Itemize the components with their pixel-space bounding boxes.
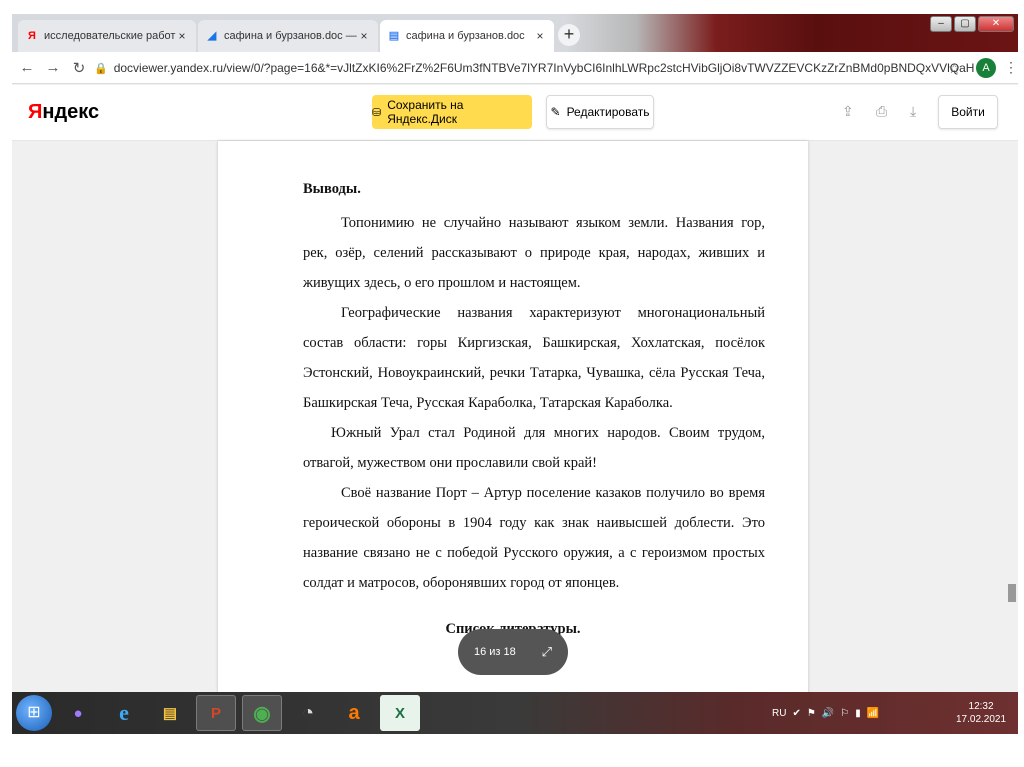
- save-to-disk-button[interactable]: ⛁ Сохранить на Яндекс.Диск: [372, 95, 532, 129]
- lock-icon: 🔒: [94, 62, 108, 75]
- tab-close-icon[interactable]: ×: [176, 29, 188, 43]
- signal-icon[interactable]: 📶: [867, 708, 879, 719]
- close-window-button[interactable]: ✕: [978, 16, 1014, 32]
- start-button[interactable]: ⊞: [16, 695, 52, 731]
- browser-toolbar: ← → ↻ 🔒 docviewer.yandex.ru/view/0/?page…: [12, 52, 1018, 84]
- clock-time: 12:32: [968, 701, 994, 712]
- system-tray: RU ✔ ⚑ 🔊 ⚐ ▮ 📶: [772, 692, 879, 734]
- avast-icon[interactable]: a: [334, 695, 374, 731]
- battery-icon[interactable]: ▮: [855, 708, 861, 719]
- volume-icon[interactable]: 🔊: [822, 708, 834, 719]
- new-tab-button[interactable]: +: [558, 24, 580, 46]
- document-text: Выводы. Топонимию не случайно называют я…: [303, 181, 765, 598]
- minimize-button[interactable]: –: [930, 16, 952, 32]
- back-arrow-icon[interactable]: ←: [16, 59, 38, 76]
- download-icon[interactable]: ⤓: [910, 103, 916, 120]
- yandex-favicon-icon: Я: [28, 30, 36, 42]
- language-indicator[interactable]: RU: [772, 708, 786, 719]
- browser-window: Я исследовательские работы шко × ◢ сафин…: [12, 14, 1018, 734]
- paragraph: Географические названия характеризуют мн…: [303, 305, 765, 411]
- save-to-disk-label: Сохранить на Яндекс.Диск: [387, 98, 464, 126]
- tab-title: исследовательские работы шко: [44, 30, 176, 42]
- tab-title: сафина и бурзанов.doc — Янде: [224, 30, 358, 42]
- url-text: docviewer.yandex.ru/view/0/?page=16&*=vJ…: [113, 61, 974, 75]
- page-indicator[interactable]: 16 из 18 ⤢: [458, 629, 568, 675]
- tab-docviewer-active[interactable]: ▤ сафина и бурзанов.doc ×: [380, 20, 554, 52]
- document-viewer[interactable]: Выводы. Топонимию не случайно называют я…: [12, 141, 1018, 701]
- tab-strip: Я исследовательские работы шко × ◢ сафин…: [12, 14, 1018, 52]
- yandex-logo[interactable]: Яндекс: [28, 101, 99, 124]
- edit-label: Редактировать: [566, 105, 650, 119]
- document-favicon-icon: ▤: [388, 30, 400, 42]
- edit-button[interactable]: ✎ Редактировать: [546, 95, 654, 129]
- paragraph: Южный Урал стал Родиной для многих народ…: [303, 425, 765, 471]
- yandex-header: Яндекс ⛁ Сохранить на Яндекс.Диск ✎ Реда…: [12, 85, 1018, 141]
- page-counter: 16 из 18: [474, 646, 516, 658]
- print-icon[interactable]: ⎙: [876, 103, 887, 120]
- fullscreen-expand-icon[interactable]: ⤢: [542, 644, 552, 660]
- speedometer-icon[interactable]: ◔: [288, 695, 328, 731]
- window-controls: – ▢ ✕: [930, 16, 1014, 32]
- document-page: Выводы. Топонимию не случайно называют я…: [218, 141, 808, 701]
- vertical-scrollbar[interactable]: [1006, 141, 1018, 692]
- scrollbar-thumb[interactable]: [1008, 584, 1016, 602]
- alice-assistant-icon[interactable]: ●: [58, 695, 98, 731]
- clock-date: 17.02.2021: [956, 714, 1007, 725]
- address-bar[interactable]: 🔒 docviewer.yandex.ru/view/0/?page=16&*=…: [94, 56, 974, 80]
- tab-close-icon[interactable]: ×: [358, 29, 370, 43]
- excel-icon[interactable]: X: [380, 695, 420, 731]
- chrome-icon[interactable]: ◉: [242, 695, 282, 731]
- tab-research-works[interactable]: Я исследовательские работы шко ×: [18, 20, 196, 52]
- reload-icon[interactable]: ↻: [68, 59, 90, 77]
- tab-title: сафина и бурзанов.doc: [406, 30, 525, 42]
- forward-arrow-icon[interactable]: →: [42, 59, 64, 76]
- flag-icon[interactable]: ⚐: [840, 708, 849, 719]
- file-explorer-icon[interactable]: ▤: [150, 695, 190, 731]
- paragraph: Своё название Порт – Артур поселение каз…: [303, 485, 765, 591]
- tab-yandex-disk-doc[interactable]: ◢ сафина и бурзанов.doc — Янде ×: [198, 20, 378, 52]
- powerpoint-icon[interactable]: P: [196, 695, 236, 731]
- maximize-button[interactable]: ▢: [954, 16, 976, 32]
- checkmark-icon[interactable]: ✔: [792, 708, 800, 719]
- paragraph: Топонимию не случайно называют языком зе…: [303, 215, 765, 291]
- conclusions-heading: Выводы.: [303, 181, 361, 197]
- pencil-icon: ✎: [550, 105, 561, 119]
- system-clock[interactable]: 12:32 17.02.2021: [956, 700, 1006, 726]
- login-button[interactable]: Войти: [938, 95, 998, 129]
- share-icon[interactable]: ⇪: [842, 103, 854, 120]
- yandex-disk-favicon-icon: ◢: [207, 30, 217, 42]
- network-icon[interactable]: ⚑: [807, 708, 816, 719]
- windows-taskbar: ⊞ ● e ▤ P ◉ ◔ a X RU ✔ ⚑ 🔊 ⚐ ▮ 📶 12:32 1…: [12, 692, 1018, 734]
- disk-icon: ⛁: [372, 106, 382, 119]
- tab-close-icon[interactable]: ×: [534, 29, 546, 43]
- internet-explorer-icon[interactable]: e: [104, 695, 144, 731]
- browser-menu-icon[interactable]: ⋮: [1004, 59, 1018, 76]
- profile-avatar[interactable]: A: [976, 58, 996, 78]
- bookmark-star-icon[interactable]: ☆: [948, 60, 961, 77]
